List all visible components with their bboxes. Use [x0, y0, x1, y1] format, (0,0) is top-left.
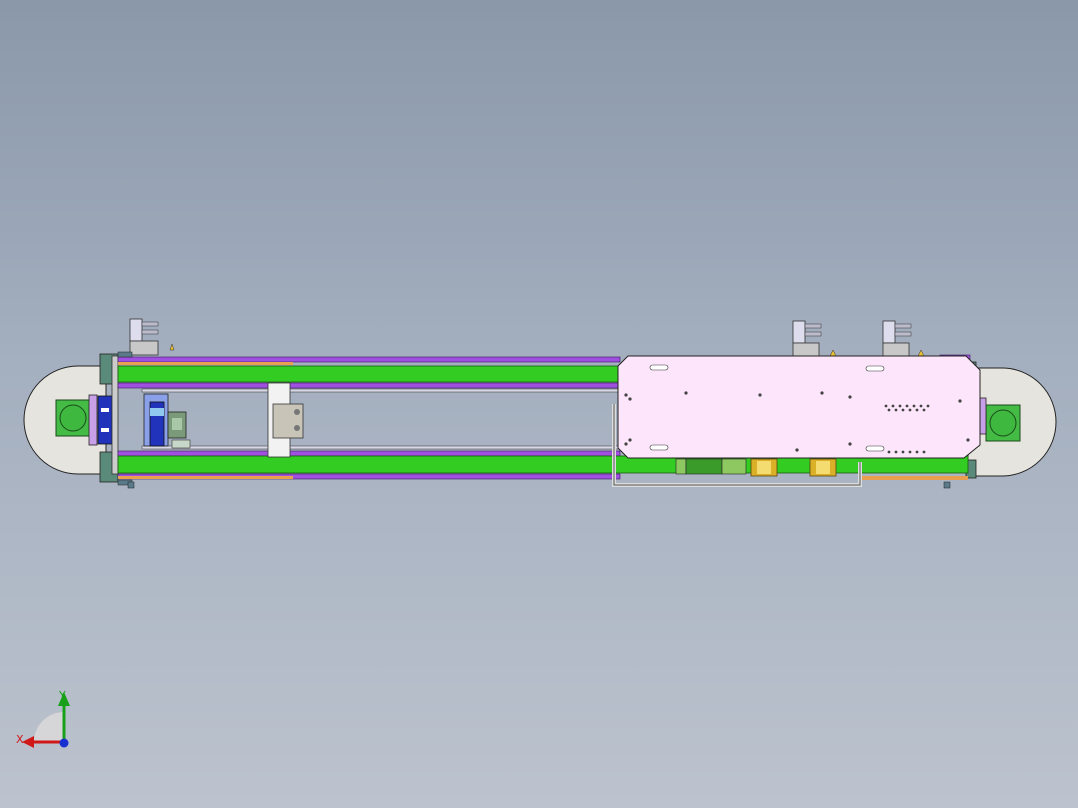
sensor-bracket-right[interactable]	[882, 320, 925, 357]
conveyor-assembly-model[interactable]	[0, 0, 1078, 808]
orientation-triad: X Y	[10, 684, 80, 754]
y-axis-label: Y	[59, 689, 66, 702]
carriage-plate[interactable]	[617, 355, 981, 459]
sensor-bracket-left[interactable]	[129, 318, 175, 356]
cad-viewport[interactable]: X Y	[0, 0, 1078, 808]
x-axis-label: X	[16, 733, 24, 746]
carriage-rollers[interactable]	[675, 458, 837, 477]
inner-frame[interactable]	[141, 382, 619, 458]
drive-motor-module[interactable]	[143, 393, 191, 449]
sensor-bracket-mid[interactable]	[792, 320, 837, 357]
